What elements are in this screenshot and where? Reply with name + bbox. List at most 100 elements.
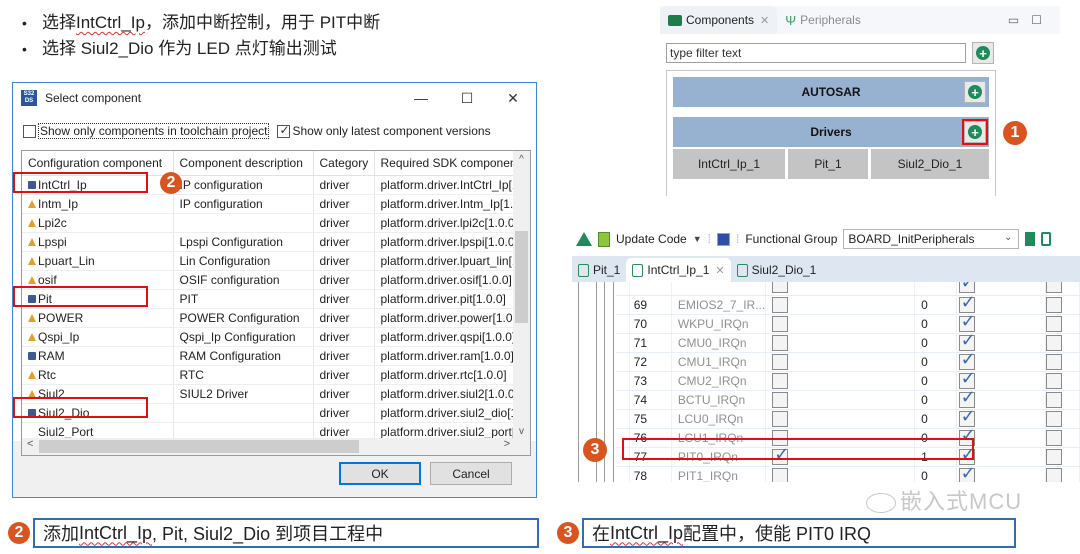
irq-row[interactable]: 70 WKPU_IRQn 0 xyxy=(616,311,1080,334)
update-code-button[interactable]: Update Code xyxy=(616,232,687,246)
table-row[interactable]: Qspi_Ip Qspi_Ip Configuration driver platfo… xyxy=(22,327,521,347)
dropdown-icon[interactable]: ▼ xyxy=(693,234,702,244)
column-header[interactable]: Category xyxy=(313,151,375,176)
tab-siul2-dio-1[interactable]: Siul2_Dio_1 xyxy=(731,258,823,282)
scroll-up-icon[interactable]: ^ xyxy=(513,154,530,165)
toolchain-only-checkbox[interactable] xyxy=(23,124,36,138)
irq-row[interactable]: 69 EMIOS2_7_IR... 0 xyxy=(616,292,1080,315)
ok-button[interactable]: OK xyxy=(339,462,421,485)
add-autosar-button[interactable]: + xyxy=(964,81,986,103)
toolchain-only-label[interactable]: Show only components in toolchain projec… xyxy=(38,123,270,139)
filter-input[interactable]: type filter text xyxy=(666,43,966,63)
warning-icon[interactable] xyxy=(576,232,592,246)
irq-priority[interactable]: 0 xyxy=(914,371,957,391)
category-autosar[interactable]: AUTOSAR + xyxy=(673,77,989,107)
category-drivers[interactable]: Drivers + xyxy=(673,117,989,147)
minimize-icon[interactable]: ▭ xyxy=(1008,13,1019,27)
irq-enable-checkbox[interactable] xyxy=(772,372,789,389)
irq-extra-checkbox[interactable] xyxy=(1046,334,1063,351)
flag-icon[interactable] xyxy=(1025,232,1036,246)
scroll-right-icon[interactable]: > xyxy=(504,438,510,450)
functional-group-select[interactable]: BOARD_InitPeripherals ⌄ xyxy=(843,229,1020,249)
tab-pit-1[interactable]: Pit_1 xyxy=(572,258,626,282)
tab-components[interactable]: Components ✕ xyxy=(660,6,778,34)
irq-row[interactable]: 73 CMU2_IRQn 0 xyxy=(616,368,1080,391)
irq-enable-checkbox[interactable] xyxy=(772,334,789,351)
maximize-button[interactable]: ☐ xyxy=(444,90,490,107)
minimize-button[interactable]: — xyxy=(398,90,444,107)
table-row[interactable]: POWER POWER Configuration driver platform.d… xyxy=(22,308,521,328)
irq-enable-checkbox[interactable] xyxy=(772,296,789,313)
irq-extra-checkbox[interactable] xyxy=(1046,315,1063,332)
close-button[interactable]: ✕ xyxy=(490,90,536,107)
irq-extra-checkbox[interactable] xyxy=(1046,353,1063,370)
irq-priority[interactable]: 0 xyxy=(914,352,957,372)
irq-extra-checkbox[interactable] xyxy=(1046,391,1063,408)
cell-sdk: platform.driver.IntCtrl_Ip[1 xyxy=(374,175,521,195)
irq-extra-checkbox[interactable] xyxy=(1046,296,1063,313)
warning-icon xyxy=(28,218,36,227)
vertical-scrollbar[interactable]: ^ v xyxy=(513,151,530,439)
column-header[interactable]: Required SDK component xyxy=(374,151,521,176)
tab-peripherals[interactable]: Ψ Peripherals xyxy=(777,6,869,34)
irq-priority[interactable]: 0 xyxy=(914,333,957,353)
irq-priority[interactable]: 0 xyxy=(914,466,957,482)
cell-name: Lpspi xyxy=(22,232,174,252)
table-row[interactable]: Lpi2c driver platform.driver.lpi2c[1.0.0] xyxy=(22,213,521,233)
cancel-button[interactable]: Cancel xyxy=(430,462,512,485)
table-row[interactable]: Lpuart_Lin Lin Configuration driver platfor… xyxy=(22,251,521,271)
irq-row[interactable]: 75 LCU0_IRQn 0 xyxy=(616,406,1080,429)
close-icon[interactable]: ✕ xyxy=(760,14,769,27)
irq-extra-checkbox[interactable] xyxy=(1046,410,1063,427)
irq-extra-checkbox[interactable] xyxy=(1046,429,1063,446)
horizontal-scrollbar[interactable]: < > xyxy=(22,438,530,455)
irq-priority[interactable]: 0 xyxy=(914,390,957,410)
irq-priority[interactable]: 0 xyxy=(914,295,957,315)
table-row[interactable]: Intm_Ip IP configuration driver platform.dr… xyxy=(22,194,521,214)
irq-priority[interactable]: 0 xyxy=(914,409,957,429)
irq-row[interactable]: 72 CMU1_IRQn 0 xyxy=(616,349,1080,372)
cell-description: POWER Configuration xyxy=(173,308,314,328)
irq-extra-checkbox[interactable] xyxy=(1046,372,1063,389)
close-icon[interactable]: ✕ xyxy=(715,264,724,277)
latest-only-label[interactable]: Show only latest component versions xyxy=(292,124,490,138)
irq-row[interactable]: 74 BCTU_IRQn 0 xyxy=(616,387,1080,410)
irq-enable-checkbox[interactable] xyxy=(772,467,789,482)
irq-enable-checkbox[interactable] xyxy=(772,315,789,332)
scroll-thumb[interactable] xyxy=(515,231,528,323)
table-row[interactable]: RAM RAM Configuration driver platform.drive… xyxy=(22,346,521,366)
irq-name: LCU0_IRQn xyxy=(671,409,767,429)
instruction-bullets: • 选择 IntCtrl_Ip ，添加中断控制，用于 PIT中断 • 选择 Siu… xyxy=(22,10,380,62)
irq-extra-checkbox[interactable] xyxy=(1046,448,1063,465)
latest-only-checkbox[interactable] xyxy=(277,123,291,138)
cell-category: driver xyxy=(313,213,375,233)
cell-description: Lin Configuration xyxy=(173,251,314,271)
tab-intctrl-ip-1[interactable]: IntCtrl_Ip_1 ✕ xyxy=(626,258,731,282)
scroll-thumb[interactable] xyxy=(39,440,359,453)
table-row[interactable]: Lpspi Lpspi Configuration driver platform.d… xyxy=(22,232,521,252)
scroll-left-icon[interactable]: < xyxy=(27,438,33,450)
irq-enable-checkbox[interactable] xyxy=(772,410,789,427)
add-component-button[interactable]: + xyxy=(972,42,994,64)
irq-enable-checkbox[interactable] xyxy=(772,391,789,408)
irq-row[interactable]: 71 CMU0_IRQn 0 xyxy=(616,330,1080,353)
cell-sdk: platform.driver.lpi2c[1.0.0] xyxy=(374,213,521,233)
irq-enable-checkbox[interactable] xyxy=(772,353,789,370)
cell-sdk: platform.driver.qspi[1.0.0] xyxy=(374,327,521,347)
irq-flag-checkbox[interactable] xyxy=(958,463,976,482)
irq-name: CMU2_IRQn xyxy=(671,371,767,391)
document-icon[interactable] xyxy=(1041,232,1052,246)
table-row[interactable]: Rtc RTC driver platform.driver.rtc[1.0.0] xyxy=(22,365,521,385)
component-item[interactable]: IntCtrl_Ip_1 xyxy=(673,149,785,179)
maximize-icon[interactable]: ☐ xyxy=(1031,13,1042,27)
irq-priority[interactable]: 0 xyxy=(914,314,957,334)
scroll-down-icon[interactable]: v xyxy=(513,426,530,437)
add-driver-button[interactable]: + xyxy=(962,119,988,145)
component-item[interactable]: Pit_1 xyxy=(788,149,868,179)
irq-extra-checkbox[interactable] xyxy=(1046,467,1063,482)
irq-name: WKPU_IRQn xyxy=(671,314,767,334)
dialog-titlebar[interactable]: S32 DS Select component — ☐ ✕ xyxy=(13,83,536,113)
irq-row[interactable]: 78 PIT1_IRQn 0 xyxy=(616,463,1080,482)
column-header[interactable]: Component description xyxy=(173,151,314,176)
component-item[interactable]: Siul2_Dio_1 xyxy=(871,149,989,179)
